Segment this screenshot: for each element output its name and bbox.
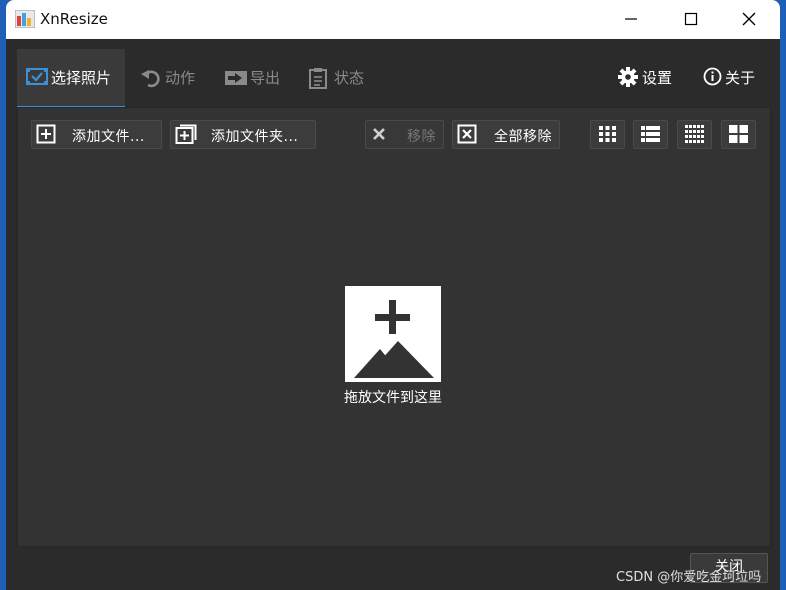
close-window-button[interactable] — [720, 0, 780, 39]
about-label: 关于 — [725, 69, 756, 87]
about-button[interactable]: 关于 — [701, 49, 767, 106]
drop-zone-label: 拖放文件到这里 — [344, 390, 442, 406]
maximize-icon — [684, 12, 698, 26]
tab-export[interactable]: 导出 — [222, 49, 292, 106]
title-bar: XnResize — [6, 0, 780, 39]
watermark-text: CSDN @你爱吃金坷垃吗 — [616, 570, 762, 585]
tab-label: 选择照片 — [51, 69, 112, 87]
remove-label: 移除 — [407, 129, 436, 145]
app-window: XnResize 选择照片 动作 导出 状态 设置 关于 添加文件... 添加文… — [6, 0, 780, 590]
tab-label: 动作 — [165, 69, 196, 87]
add-files-button[interactable]: 添加文件... — [31, 120, 162, 149]
view-list-button[interactable] — [633, 120, 668, 149]
drop-zone[interactable] — [345, 286, 441, 382]
add-folder-label: 添加文件夹... — [211, 129, 299, 145]
settings-button[interactable]: 设置 — [616, 49, 682, 106]
remove-x-icon — [373, 128, 385, 140]
add-image-icon — [354, 300, 434, 378]
remove-all-label: 全部移除 — [494, 129, 552, 145]
close-icon — [742, 12, 756, 26]
settings-label: 设置 — [642, 69, 673, 87]
minimize-button[interactable] — [602, 0, 662, 39]
add-file-icon — [36, 124, 56, 144]
tab-status[interactable]: 状态 — [308, 49, 378, 106]
list-icon — [641, 126, 660, 142]
grid-small-icon — [599, 126, 616, 142]
tab-actions[interactable]: 动作 — [138, 49, 208, 106]
grid-dense-icon — [685, 125, 704, 143]
minimize-icon — [625, 18, 637, 20]
undo-arrow-icon — [141, 70, 160, 88]
tab-label: 导出 — [250, 69, 281, 87]
add-folder-button[interactable]: 添加文件夹... — [170, 120, 316, 149]
xnresize-logo-icon — [15, 10, 35, 28]
view-grid-small-button[interactable] — [590, 120, 625, 149]
tab-select-photos[interactable]: 选择照片 — [17, 49, 125, 108]
grid-large-icon — [729, 125, 748, 143]
info-icon — [703, 67, 722, 86]
remove-all-icon — [457, 124, 477, 144]
gear-icon — [618, 67, 638, 87]
view-grid-large-button[interactable] — [721, 120, 756, 149]
add-files-label: 添加文件... — [72, 129, 145, 145]
window-title: XnResize — [40, 10, 108, 28]
maximize-button[interactable] — [662, 0, 722, 39]
add-folder-icon — [175, 124, 197, 144]
photo-list-panel[interactable]: 添加文件... 添加文件夹... 移除 全部移除 拖放文件到这里 — [17, 107, 771, 547]
remove-all-button[interactable]: 全部移除 — [452, 120, 560, 149]
select-photos-icon — [26, 68, 48, 85]
clipboard-icon — [309, 68, 327, 89]
tab-bar: 选择照片 动作 导出 状态 设置 关于 — [6, 39, 780, 108]
remove-button[interactable]: 移除 — [365, 120, 444, 149]
export-icon — [225, 71, 247, 85]
view-grid-dense-button[interactable] — [677, 120, 712, 149]
tab-label: 状态 — [334, 69, 365, 87]
